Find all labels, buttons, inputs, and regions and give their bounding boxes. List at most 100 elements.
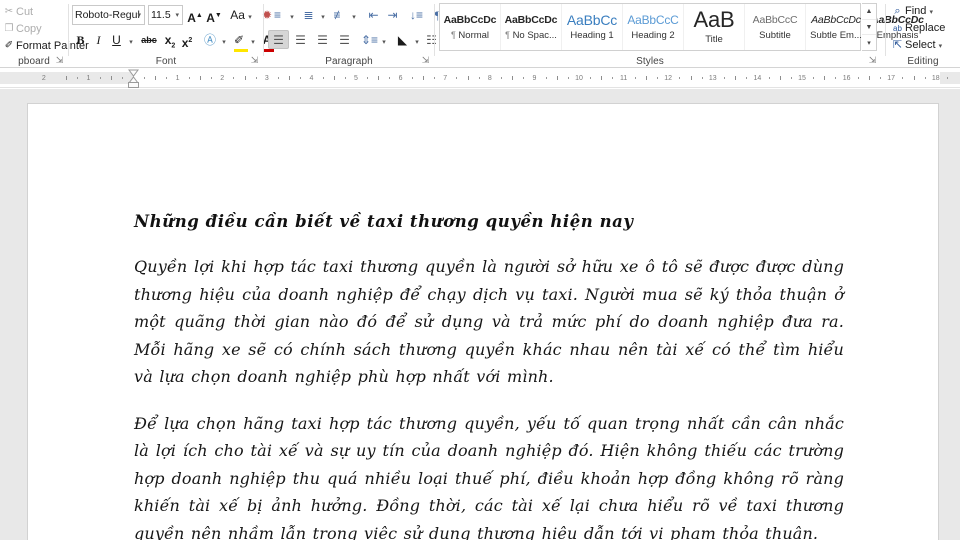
style-name: ¶ Normal [450,30,490,41]
decrease-indent-icon[interactable]: ⇤ [364,5,383,24]
ruler-tick [66,76,68,80]
ruler-tick [612,77,614,79]
document-body[interactable]: Những điều cần biết về taxi thương quyền… [134,212,844,540]
numbered-list-icon[interactable]: ≣ [299,5,318,24]
ruler-tick-label: 9 [532,75,537,82]
ruler-tick [545,77,547,79]
find-button[interactable]: ⌕ Find ▾ [890,3,933,20]
ruler-tick-label: 13 [708,75,717,82]
find-label: Find [905,5,927,17]
ruler-tick [634,77,636,79]
left-indent-marker[interactable] [128,68,139,88]
ruler-tick [367,77,369,79]
line-spacing-icon[interactable]: ⇕≡ [360,30,379,49]
align-left-icon[interactable]: ☰ [268,30,289,49]
select-button[interactable]: ⇱ Select ▾ [890,37,942,54]
sort-icon[interactable]: ↓≡ [407,5,426,24]
font-size-combobox[interactable]: 11.5 ▾ [148,5,183,25]
font-name-combobox[interactable]: Roboto-Regul ▾ [72,5,145,25]
style-tile-no-spacing[interactable]: AaBbCcDc ¶ No Spac... [501,4,562,50]
clipboard-dialog-launcher[interactable]: ⇲ [54,55,65,66]
multilevel-list-icon[interactable]: ≢ [330,5,349,24]
multilevel-list-dropdown[interactable]: ▾ [349,5,359,24]
style-gallery[interactable]: AaBbCcDc ¶ Normal AaBbCcDc ¶ No Spac... … [439,3,924,51]
subscript-button[interactable]: x2 [162,30,178,49]
grow-font-button[interactable]: A▲ [186,5,204,25]
style-tile-heading-2[interactable]: AaBbCcC Heading 2 [623,4,684,50]
italic-button[interactable]: I [90,30,107,49]
style-tile-subtle-emphasis[interactable]: AaBbCcDc Subtle Em... [806,4,867,50]
shading-icon[interactable]: ◣ [393,30,412,49]
ruler-tick-label: 12 [664,75,673,82]
style-preview: AaBbCcDc [443,14,497,26]
ruler-tick [277,77,279,79]
copy-button[interactable]: ❐ Copy [2,21,42,37]
scissors-icon: ✂ [4,6,14,18]
paragraph-dialog-launcher[interactable]: ⇲ [420,55,431,66]
document-page[interactable]: Những điều cần biết về taxi thương quyền… [28,104,938,540]
align-right-icon[interactable]: ☰ [312,30,333,49]
shrink-font-button[interactable]: A▼ [205,5,223,25]
ruler-tick [188,77,190,79]
shading-dropdown[interactable]: ▾ [412,30,422,49]
highlight-color-dropdown[interactable]: ▾ [248,30,258,49]
styles-dialog-launcher[interactable]: ⇲ [867,55,878,66]
underline-dropdown[interactable]: ▾ [126,30,136,49]
ruler-tick-label: 5 [354,75,358,82]
ruler-tick [601,76,603,80]
ruler-tick-label: 6 [398,75,403,82]
ribbon-group-font: Roboto-Regul ▾ 11.5 ▾ A▲ A▼ Aa ▾ ✹ B I U… [69,0,282,68]
align-center-icon[interactable]: ☰ [290,30,311,49]
style-tile-normal[interactable]: AaBbCcDc ¶ Normal [440,4,501,50]
ruler-tick [411,77,413,79]
strikethrough-button[interactable]: abc [138,30,160,49]
style-tile-heading-1[interactable]: AaBbCc Heading 1 [562,4,623,50]
text-highlight-icon[interactable]: ✐ [230,30,248,52]
style-preview: AaBbCcC [752,14,798,26]
document-canvas[interactable]: Những điều cần biết về taxi thương quyền… [0,89,960,540]
replace-label: Replace [905,22,946,34]
copy-label: Copy [16,23,42,35]
style-scroll-down-icon[interactable]: ▼ [862,20,876,36]
text-effects-dropdown[interactable]: ▾ [219,30,229,49]
bullet-list-dropdown[interactable]: ▾ [287,5,297,24]
style-gallery-scrollbar[interactable]: ▲ ▼ ▾ [862,3,877,51]
style-preview: AaBbCcDc [811,14,861,26]
ruler-tick [902,77,904,79]
replace-button[interactable]: ab Replace [890,20,945,37]
style-tile-title[interactable]: AaB Title [684,4,745,50]
ruler-tick-label: 3 [264,75,269,82]
horizontal-ruler[interactable]: 2 1 1 2 3 4 5 6 7 8 9 10 11 12 13 14 15 16 17 18 [0,68,960,88]
ruler-tick-label: 7 [443,75,448,82]
ribbon-group-paragraph: ≡ ▾ ≣ ▾ ≢ ▾ ⇤ ⇥ ↓≡ ¶ ☰ ☰ ☰ ☰ ⇕≡ ▾ ◣ ▾ ☷ … [264,0,447,68]
cut-label: Cut [16,6,34,18]
style-gallery-more-icon[interactable]: ▾ [862,35,876,50]
line-spacing-dropdown[interactable]: ▾ [379,30,389,49]
bullet-list-icon[interactable]: ≡ [268,5,287,24]
numbered-list-dropdown[interactable]: ▾ [318,5,328,24]
ruler-tick-label: 18 [931,75,940,82]
ruler-tick [500,77,502,79]
ruler-tick [679,77,681,79]
ruler-tick [824,76,826,80]
ruler-tick [567,77,569,79]
style-name: Heading 2 [631,30,675,41]
ruler-tick [344,77,346,79]
ruler-tick [735,76,737,80]
increase-indent-icon[interactable]: ⇥ [383,5,402,24]
ruler-tick [813,77,815,79]
font-dialog-launcher[interactable]: ⇲ [249,55,260,66]
cut-button[interactable]: ✂ Cut [2,4,33,20]
ruler-tick [946,77,948,79]
ruler-tick [880,77,882,79]
bold-button[interactable]: B [72,30,89,49]
paragraph-group-label: Paragraph [325,56,373,67]
style-scroll-up-icon[interactable]: ▲ [862,4,876,20]
style-tile-subtitle[interactable]: AaBbCcC Subtitle [745,4,806,50]
change-case-button[interactable]: Aa ▾ [228,5,254,24]
superscript-button[interactable]: x2 [179,30,195,50]
text-effects-icon[interactable]: Ⓐ [201,30,219,49]
justify-icon[interactable]: ☰ [334,30,355,49]
underline-button[interactable]: U [108,30,125,49]
ruler-tick-label: 16 [842,75,851,82]
